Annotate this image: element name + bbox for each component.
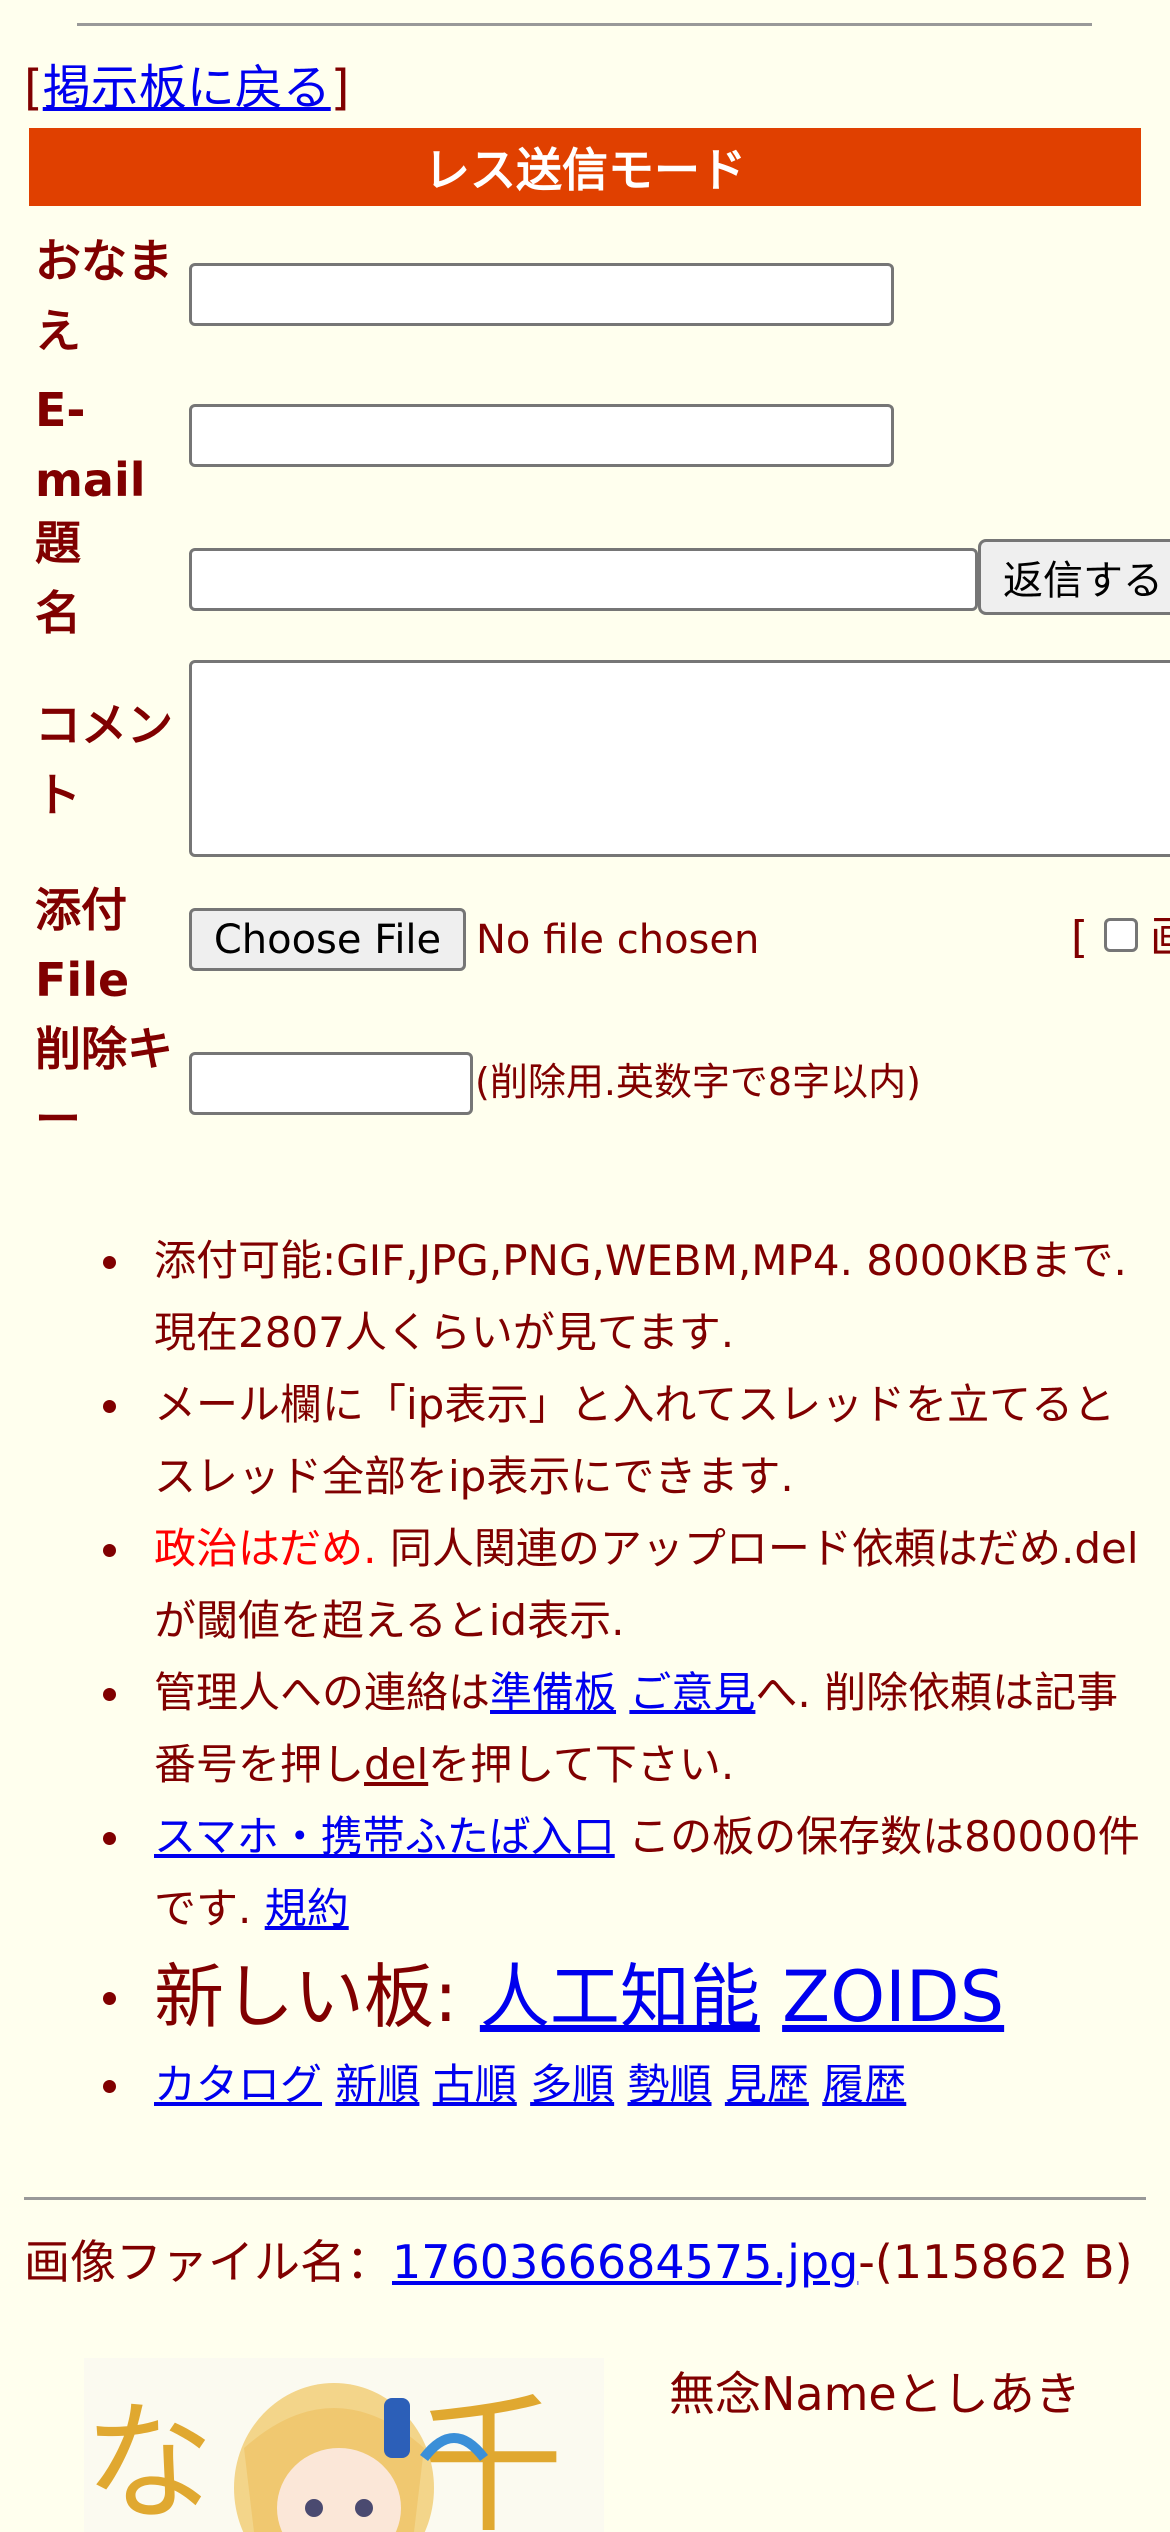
note-attach-info: 添付可能:GIF,JPG,PNG,WEBM,MP4. 8000KBまで. 現在2… (0, 1225, 1150, 1369)
catalog-link[interactable]: カタログ (154, 2060, 322, 2109)
delete-key-note: (削除用.英数字で8字以内) (475, 1060, 921, 1104)
email-label: E-mail (35, 383, 146, 507)
comment-textarea[interactable] (189, 660, 1170, 857)
no-file-text: No file chosen (476, 917, 760, 963)
svg-text:な: な (84, 2387, 214, 2532)
note-rules: 政治はだめ. 同人関連のアップロード依頼はだめ.delが閾値を超えるとid表示. (0, 1513, 1150, 1657)
board-notes: 添付可能:GIF,JPG,PNG,WEBM,MP4. 8000KBまで. 現在2… (0, 1225, 1150, 2121)
poster-name: 無念Nameとしあき (669, 2367, 1081, 2421)
terms-link[interactable]: 規約 (265, 1884, 349, 1933)
back-to-board-link[interactable]: 掲示板に戻る (43, 60, 331, 116)
note-mobile: スマホ・携帯ふたば入口 この板の保存数は80000件です. 規約 (0, 1801, 1150, 1945)
image-file-link[interactable]: 1760366684575.jpg (392, 2235, 858, 2289)
sort-new-link[interactable]: 新順 (335, 2060, 419, 2109)
delete-key-label: 削除キー (35, 1022, 173, 1146)
subject-input[interactable] (189, 548, 978, 611)
view-history-link[interactable]: 見歴 (725, 2060, 809, 2109)
del-link[interactable]: del (364, 1740, 428, 1789)
subject-label: 題名 (35, 516, 81, 640)
sort-many-link[interactable]: 多順 (530, 2060, 614, 2109)
image-option-checkbox[interactable] (1104, 918, 1138, 952)
post-thumbnail[interactable]: な 千 (84, 2358, 604, 2532)
email-input[interactable] (189, 404, 894, 467)
delete-key-input[interactable] (189, 1052, 473, 1115)
feedback-link[interactable]: ご意見 (629, 1668, 755, 1717)
warning-text: 政治はだめ. (154, 1524, 377, 1573)
attach-label: 添付File (35, 883, 130, 1007)
option-bracket: [ (1071, 912, 1089, 963)
back-nav: [掲示板に戻る] (24, 60, 350, 116)
zoids-board-link[interactable]: ZOIDS (782, 1956, 1004, 2038)
prep-board-link[interactable]: 準備板 (490, 1668, 616, 1717)
name-input[interactable] (189, 263, 894, 326)
comment-label: コメント (35, 698, 173, 822)
post-history-link[interactable]: 履歴 (822, 2060, 906, 2109)
reply-submit-button[interactable]: 返信する (978, 539, 1170, 615)
note-contact: 管理人への連絡は準備板 ご意見へ. 削除依頼は記事番号を押しdelを押して下さい… (0, 1657, 1150, 1801)
reply-mode-banner: レス送信モード (29, 128, 1141, 206)
sort-momentum-link[interactable]: 勢順 (628, 2060, 712, 2109)
name-label: おなまえ (35, 234, 173, 358)
choose-file-button[interactable]: Choose File (189, 908, 466, 971)
ai-board-link[interactable]: 人工知能 (480, 1956, 760, 2038)
option-label-cut: 画 (1150, 908, 1170, 968)
note-ip-display: メール欄に「ip表示」と入れてスレッドを立てるとスレッド全部をip表示にできます… (0, 1369, 1150, 1513)
image-file-size: -(115862 B) (858, 2235, 1133, 2289)
image-file-line: 画像ファイル名：1760366684575.jpg-(115862 B) (24, 2235, 1133, 2289)
note-new-boards: 新しい板: 人工知能 ZOIDS (0, 1945, 1150, 2049)
mobile-entrance-link[interactable]: スマホ・携帯ふたば入口 (154, 1812, 615, 1861)
top-divider (77, 23, 1092, 26)
sort-links-row: カタログ 新順 古順 多順 勢順 見歴 履歴 (0, 2049, 1150, 2121)
svg-text:千: 千 (414, 2380, 564, 2532)
section-divider (24, 2197, 1146, 2200)
sort-old-link[interactable]: 古順 (433, 2060, 517, 2109)
